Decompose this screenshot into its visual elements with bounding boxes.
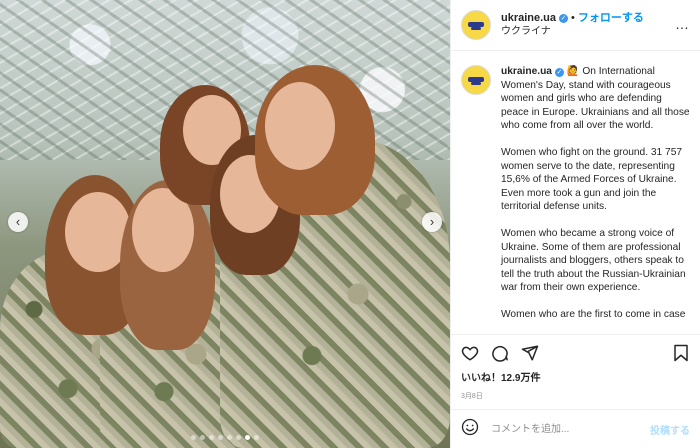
verified-badge-icon: ✓ bbox=[559, 13, 569, 23]
face-5 bbox=[265, 82, 335, 170]
caption-avatar[interactable] bbox=[461, 65, 491, 95]
comment-icon bbox=[492, 345, 508, 362]
header-separator: • bbox=[571, 12, 575, 24]
verified-badge-icon: ✓ bbox=[554, 68, 564, 77]
more-options-button[interactable]: … bbox=[675, 16, 690, 32]
account-avatar[interactable] bbox=[461, 10, 491, 40]
post-comment-button[interactable]: 投稿する bbox=[650, 422, 690, 437]
header-text: ukraine.ua ✓ • フォローする ウクライナ bbox=[501, 11, 644, 39]
smiley-icon[interactable] bbox=[461, 418, 479, 441]
follow-button[interactable]: フォローする bbox=[578, 11, 644, 25]
share-button[interactable] bbox=[521, 344, 539, 362]
chevron-left-icon: ‹ bbox=[15, 214, 21, 229]
carousel-dot bbox=[209, 435, 214, 440]
carousel-dot bbox=[254, 435, 259, 440]
caption-paragraph-2: Women who fight on the ground. 31 757 wo… bbox=[501, 146, 683, 213]
post-image[interactable]: ‹ › bbox=[0, 0, 450, 448]
carousel-next-button[interactable]: › bbox=[422, 212, 442, 232]
caption-area: ukraine.ua ✓ 🙋 On International Women's D… bbox=[451, 51, 700, 334]
carousel-dot bbox=[191, 435, 196, 440]
chevron-right-icon: › bbox=[429, 214, 435, 229]
post-date[interactable]: 3月8日 bbox=[451, 387, 700, 409]
carousel-indicator bbox=[0, 435, 450, 440]
carousel-dot bbox=[200, 435, 205, 440]
caption-paragraph-3: Women who became a strong voice of Ukrai… bbox=[501, 227, 686, 294]
action-bar bbox=[451, 334, 700, 371]
carousel-dot bbox=[218, 435, 223, 440]
like-button[interactable] bbox=[461, 344, 479, 362]
post-header: ukraine.ua ✓ • フォローする ウクライナ … bbox=[451, 0, 700, 51]
comment-button[interactable] bbox=[491, 344, 509, 362]
save-button[interactable] bbox=[672, 344, 690, 362]
share-icon bbox=[521, 345, 539, 361]
caption-paragraph-4: Women who are the first to come in case bbox=[501, 308, 686, 320]
comment-box: 投稿する bbox=[451, 409, 700, 448]
caption-text: ukraine.ua ✓ 🙋 On International Women's D… bbox=[501, 65, 690, 334]
carousel-dot bbox=[227, 435, 232, 440]
carousel-dot bbox=[236, 435, 241, 440]
instagram-post: ‹ › ukraine.ua ✓ • フォローする ウクライナ … ukrain… bbox=[0, 0, 700, 448]
like-count[interactable]: いいね！12.9万件 bbox=[451, 371, 700, 387]
heart-icon bbox=[461, 346, 479, 361]
carousel-prev-button[interactable]: ‹ bbox=[8, 212, 28, 232]
bookmark-icon bbox=[674, 344, 688, 362]
post-location[interactable]: ウクライナ bbox=[501, 25, 644, 39]
caption-emoji: 🙋 bbox=[566, 66, 580, 77]
comment-input[interactable] bbox=[489, 422, 650, 436]
post-sidebar: ukraine.ua ✓ • フォローする ウクライナ … ukraine.ua… bbox=[450, 0, 700, 448]
carousel-dot bbox=[245, 435, 250, 440]
account-username[interactable]: ukraine.ua bbox=[501, 11, 556, 25]
caption-username[interactable]: ukraine.ua bbox=[501, 66, 552, 77]
